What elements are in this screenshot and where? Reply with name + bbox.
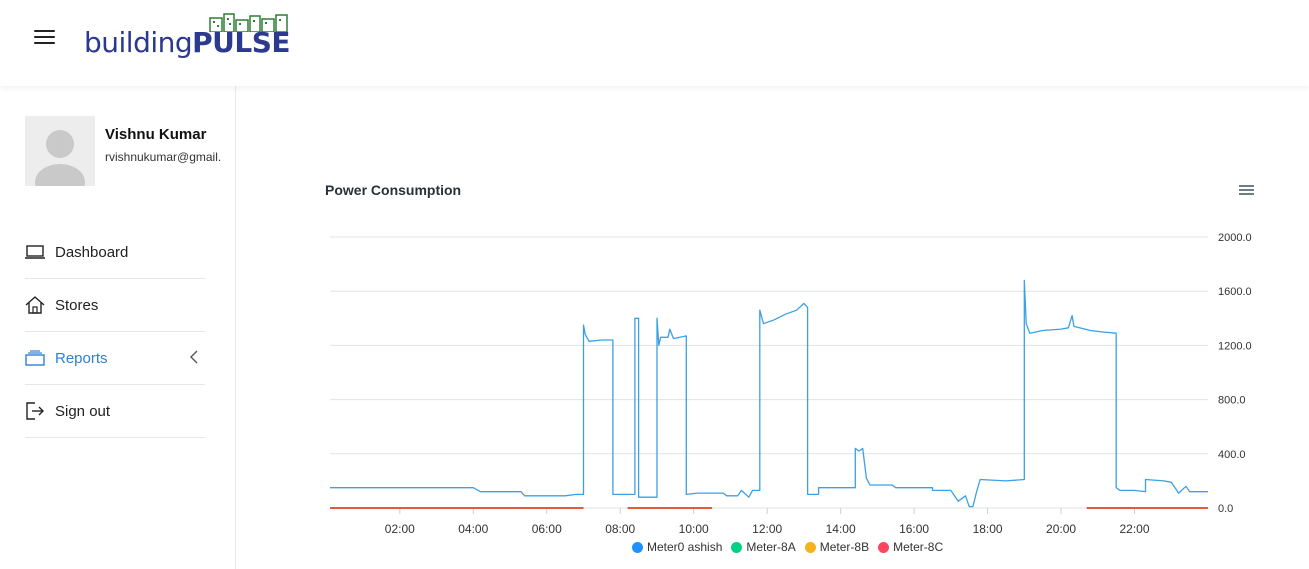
y-tick-label: 0.0 <box>1218 503 1233 515</box>
x-tick-label: 02:00 <box>385 522 415 536</box>
y-tick-label: 1200.0 <box>1218 340 1252 352</box>
hamburger-menu-icon[interactable] <box>34 28 56 46</box>
x-tick-label: 20:00 <box>1046 522 1076 536</box>
legend-item[interactable]: Meter0 ashish <box>632 540 722 554</box>
legend-marker <box>878 541 890 553</box>
top-bar: buildingPULSE <box>0 0 1309 86</box>
buildingpulse-logo[interactable]: buildingPULSE <box>84 12 304 62</box>
x-tick-label: 16:00 <box>899 522 929 536</box>
legend-label: Meter0 ashish <box>647 540 723 554</box>
y-tick-label: 400.0 <box>1218 449 1246 461</box>
logo-text-light: building <box>84 26 193 59</box>
x-tick-label: 14:00 <box>826 522 856 536</box>
x-tick-label: 08:00 <box>605 522 635 536</box>
legend-item[interactable]: Meter-8A <box>731 540 796 554</box>
y-tick-label: 2000.0 <box>1218 232 1252 244</box>
x-tick-label: 10:00 <box>679 522 709 536</box>
x-tick-label: 18:00 <box>973 522 1003 536</box>
logo-wordmark: buildingPULSE <box>84 26 291 59</box>
series-line-meter0-ashish <box>330 279 1208 508</box>
legend-marker <box>804 541 816 553</box>
legend-label: Meter-8B <box>819 540 870 554</box>
logo-text-bold: PULSE <box>192 26 291 59</box>
legend-marker <box>731 541 743 553</box>
legend-marker <box>632 541 643 553</box>
legend-item[interactable]: Meter-8B <box>804 540 870 554</box>
legend-label: Meter-8A <box>746 540 796 554</box>
y-tick-label: 1600.0 <box>1218 286 1252 298</box>
x-tick-label: 06:00 <box>532 522 562 536</box>
x-tick-label: 04:00 <box>458 522 488 536</box>
legend-label: Meter-8C <box>893 540 944 554</box>
legend-item[interactable]: Meter-8C <box>878 540 943 554</box>
chart-legend: Meter0 ashish Meter-8A Meter-8B Meter-8C <box>632 540 943 554</box>
y-tick-label: 800.0 <box>1218 395 1246 407</box>
x-tick-label: 12:00 <box>752 522 782 536</box>
x-tick-label: 22:00 <box>1120 522 1150 536</box>
